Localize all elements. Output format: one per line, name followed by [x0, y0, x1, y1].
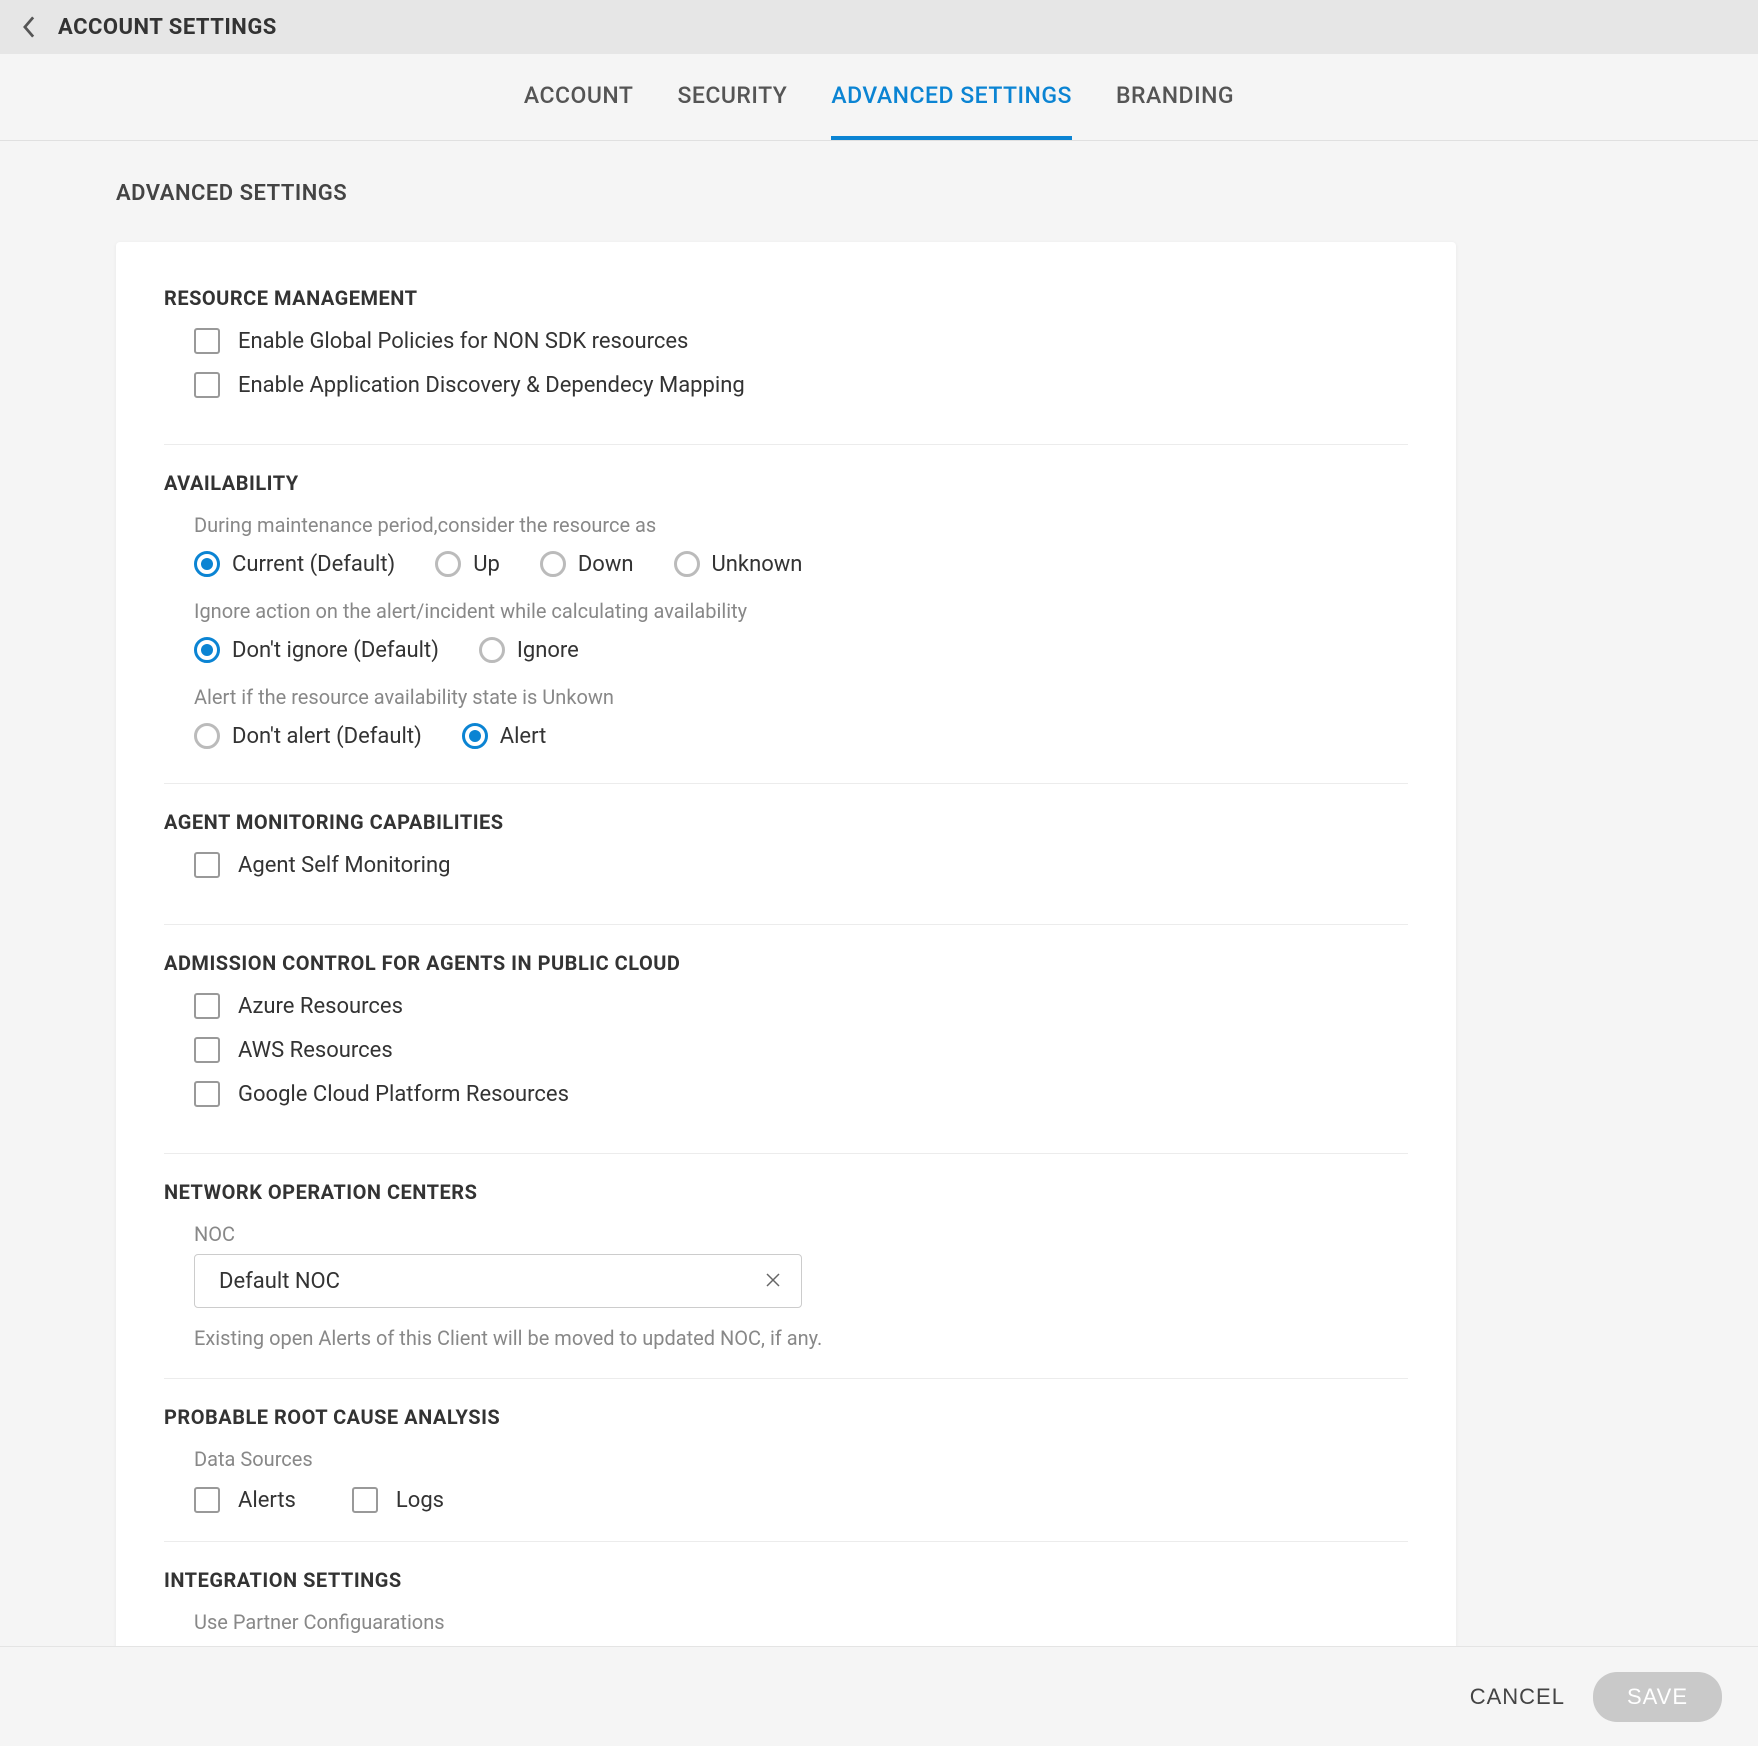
section-rca: PROBABLE ROOT CAUSE ANALYSIS Data Source… — [164, 1405, 1408, 1542]
checkbox-label: Google Cloud Platform Resources — [238, 1082, 569, 1107]
checkbox-row[interactable]: Azure Resources — [194, 993, 1408, 1019]
rca-subtitle: Data Sources — [194, 1447, 1408, 1471]
radio-label: Don't alert (Default) — [232, 724, 422, 749]
checkbox-row[interactable]: Agent Self Monitoring — [194, 852, 1408, 878]
section-title: PROBABLE ROOT CAUSE ANALYSIS — [164, 1405, 1408, 1429]
checkbox-icon[interactable] — [194, 372, 220, 398]
checkbox-icon[interactable] — [194, 1487, 220, 1513]
checkbox-label: Agent Self Monitoring — [238, 853, 450, 878]
checkbox-label: Enable Application Discovery & Dependecy… — [238, 373, 745, 398]
checkbox-label: Logs — [396, 1488, 444, 1513]
section-integration: INTEGRATION SETTINGS Use Partner Configu… — [164, 1568, 1408, 1634]
checkbox-row[interactable]: Logs — [352, 1487, 444, 1513]
checkbox-icon[interactable] — [194, 993, 220, 1019]
integration-helper: Use Partner Configuarations — [194, 1610, 1408, 1634]
checkbox-icon[interactable] — [194, 852, 220, 878]
radio-dont-alert[interactable]: Don't alert (Default) — [194, 723, 422, 749]
radio-icon[interactable] — [479, 637, 505, 663]
checkbox-icon[interactable] — [352, 1487, 378, 1513]
scroll-area[interactable]: ADVANCED SETTINGS RESOURCE MANAGEMENT En… — [0, 141, 1758, 1746]
section-resource-management: RESOURCE MANAGEMENT Enable Global Polici… — [164, 286, 1408, 445]
tab-branding[interactable]: BRANDING — [1116, 54, 1234, 140]
section-title: RESOURCE MANAGEMENT — [164, 286, 1408, 310]
radio-up[interactable]: Up — [435, 551, 500, 577]
hint-text: During maintenance period,consider the r… — [194, 513, 1408, 537]
radio-icon[interactable] — [194, 551, 220, 577]
hint-text: Alert if the resource availability state… — [194, 685, 1408, 709]
radio-ignore[interactable]: Ignore — [479, 637, 579, 663]
header-bar: ACCOUNT SETTINGS — [0, 0, 1758, 54]
checkbox-row[interactable]: Alerts — [194, 1487, 296, 1513]
hint-text: Ignore action on the alert/incident whil… — [194, 599, 1408, 623]
section-title: NETWORK OPERATION CENTERS — [164, 1180, 1408, 1204]
noc-value: Default NOC — [219, 1269, 340, 1294]
noc-field-label: NOC — [194, 1222, 1408, 1246]
section-title: AGENT MONITORING CAPABILITIES — [164, 810, 1408, 834]
cancel-button[interactable]: CANCEL — [1470, 1684, 1565, 1710]
back-icon[interactable] — [20, 18, 38, 36]
radio-label: Alert — [500, 724, 547, 749]
checkbox-label: Alerts — [238, 1488, 296, 1513]
tab-advanced-settings[interactable]: ADVANCED SETTINGS — [831, 54, 1072, 140]
section-agent-monitoring: AGENT MONITORING CAPABILITIES Agent Self… — [164, 810, 1408, 925]
section-admission-control: ADMISSION CONTROL FOR AGENTS IN PUBLIC C… — [164, 951, 1408, 1154]
tab-security[interactable]: SECURITY — [677, 54, 787, 140]
section-title: INTEGRATION SETTINGS — [164, 1568, 1408, 1592]
page-subtitle: ADVANCED SETTINGS — [116, 181, 1758, 206]
radio-label: Down — [578, 552, 634, 577]
footer-bar: CANCEL SAVE — [0, 1646, 1758, 1746]
radio-label: Don't ignore (Default) — [232, 638, 439, 663]
section-title: ADMISSION CONTROL FOR AGENTS IN PUBLIC C… — [164, 951, 1408, 975]
save-button[interactable]: SAVE — [1593, 1672, 1722, 1722]
checkbox-label: Enable Global Policies for NON SDK resou… — [238, 329, 688, 354]
radio-label: Up — [473, 552, 500, 577]
radio-alert[interactable]: Alert — [462, 723, 547, 749]
radio-icon[interactable] — [194, 637, 220, 663]
radio-icon[interactable] — [194, 723, 220, 749]
page-title: ACCOUNT SETTINGS — [58, 15, 277, 40]
radio-icon[interactable] — [435, 551, 461, 577]
section-availability: AVAILABILITY During maintenance period,c… — [164, 471, 1408, 784]
radio-down[interactable]: Down — [540, 551, 634, 577]
radio-icon[interactable] — [540, 551, 566, 577]
noc-helper-text: Existing open Alerts of this Client will… — [194, 1326, 1408, 1350]
checkbox-icon[interactable] — [194, 1081, 220, 1107]
checkbox-row[interactable]: Enable Global Policies for NON SDK resou… — [194, 328, 1408, 354]
checkbox-row[interactable]: Google Cloud Platform Resources — [194, 1081, 1408, 1107]
settings-card: RESOURCE MANAGEMENT Enable Global Polici… — [116, 242, 1456, 1682]
radio-label: Unknown — [712, 552, 803, 577]
section-title: AVAILABILITY — [164, 471, 1408, 495]
checkbox-row[interactable]: AWS Resources — [194, 1037, 1408, 1063]
noc-select[interactable]: Default NOC — [194, 1254, 802, 1308]
radio-dont-ignore[interactable]: Don't ignore (Default) — [194, 637, 439, 663]
close-icon[interactable] — [765, 1269, 781, 1294]
checkbox-label: AWS Resources — [238, 1038, 393, 1063]
checkbox-icon[interactable] — [194, 1037, 220, 1063]
tabs-container: ACCOUNT SECURITY ADVANCED SETTINGS BRAND… — [0, 54, 1758, 141]
radio-icon[interactable] — [674, 551, 700, 577]
section-noc: NETWORK OPERATION CENTERS NOC Default NO… — [164, 1180, 1408, 1379]
checkbox-label: Azure Resources — [238, 994, 403, 1019]
tab-account[interactable]: ACCOUNT — [524, 54, 634, 140]
checkbox-row[interactable]: Enable Application Discovery & Dependecy… — [194, 372, 1408, 398]
radio-current[interactable]: Current (Default) — [194, 551, 395, 577]
radio-icon[interactable] — [462, 723, 488, 749]
radio-label: Ignore — [517, 638, 579, 663]
checkbox-icon[interactable] — [194, 328, 220, 354]
radio-label: Current (Default) — [232, 552, 395, 577]
radio-unknown[interactable]: Unknown — [674, 551, 803, 577]
